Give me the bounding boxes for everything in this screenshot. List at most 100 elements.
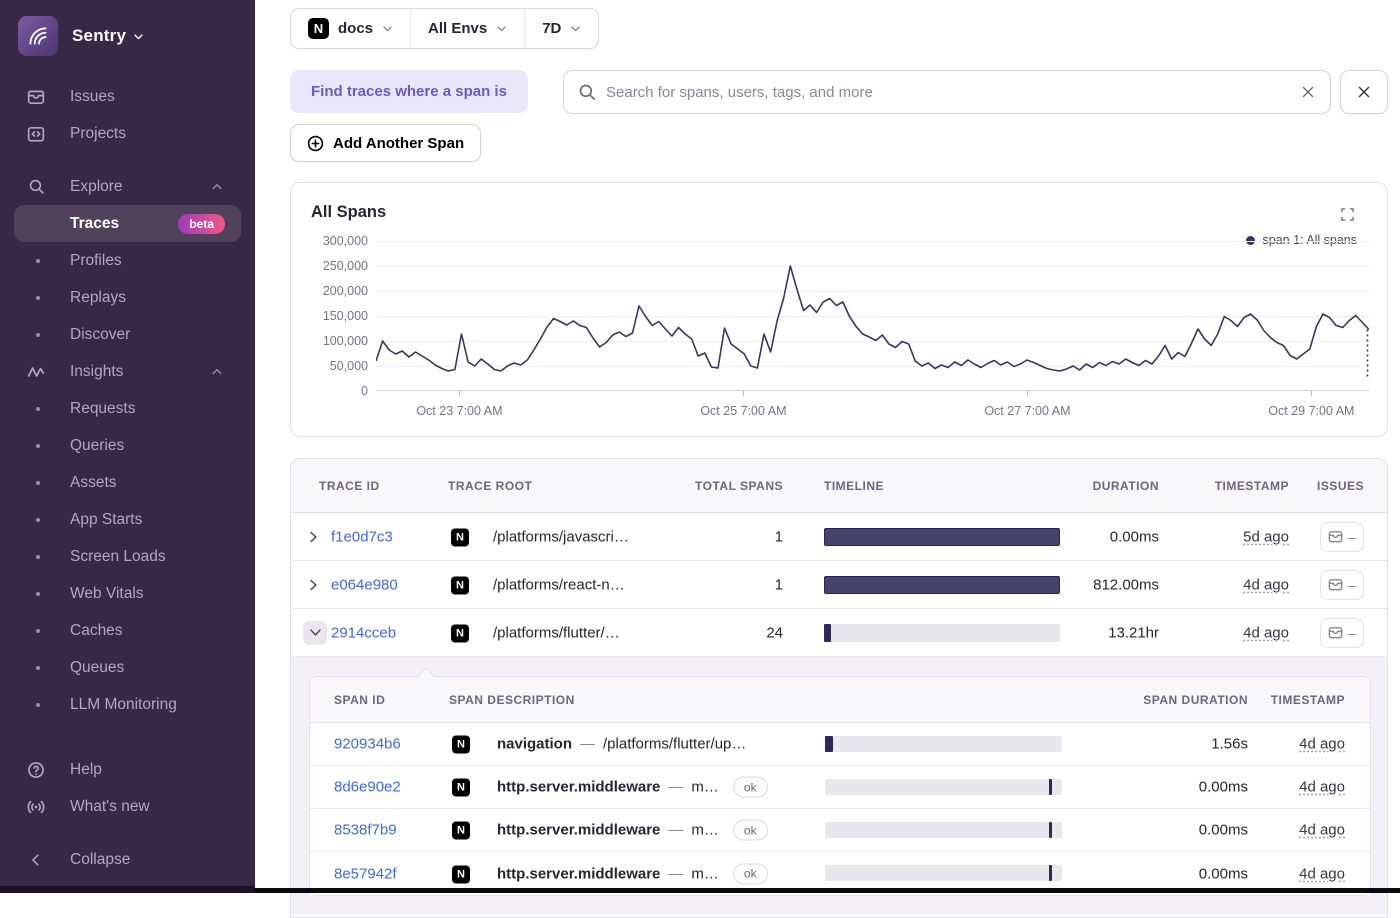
- timestamp-value[interactable]: 4d ago: [1243, 576, 1289, 593]
- bullet-icon: [36, 259, 40, 263]
- bullet-icon: [36, 555, 40, 559]
- all-spans-line-series: [376, 241, 1369, 391]
- x-axis-tick: [743, 391, 744, 396]
- span-description: http.server.middleware—m…ok: [497, 820, 768, 841]
- sidebar-item-projects[interactable]: Projects: [0, 115, 255, 152]
- span-timestamp-value[interactable]: 4d ago: [1299, 736, 1345, 753]
- span-description: http.server.middleware—m…ok: [497, 863, 768, 884]
- span-id-link[interactable]: 920934b6: [334, 736, 401, 753]
- trace-id-link[interactable]: f1e0d7c3: [331, 528, 393, 545]
- timeline-bar-fill: [824, 576, 1060, 594]
- org-switcher[interactable]: Sentry: [0, 0, 255, 66]
- span-row[interactable]: 8d6e90e2Nhttp.server.middleware—m…ok0.00…: [310, 766, 1370, 809]
- bullet-icon: [36, 592, 40, 596]
- chevron-up-icon: [211, 181, 223, 193]
- span-timestamp-value[interactable]: 4d ago: [1299, 779, 1345, 796]
- remove-span-filter-button[interactable]: [1340, 70, 1388, 114]
- issues-count-button[interactable]: –: [1320, 618, 1364, 648]
- y-axis-label: 100,000: [291, 334, 368, 348]
- expand-row-icon[interactable]: [307, 578, 320, 591]
- find-traces-pill[interactable]: Find traces where a span is: [290, 70, 528, 113]
- sidebar-item-discover[interactable]: Discover: [0, 316, 255, 353]
- sidebar-item-what-s-new[interactable]: What's new: [0, 788, 255, 825]
- fullscreen-icon[interactable]: [1340, 207, 1355, 222]
- table-row[interactable]: f1e0d7c3N/platforms/javascri…10.00ms5d a…: [291, 513, 1387, 561]
- clear-search-icon[interactable]: [1300, 84, 1316, 100]
- chevron-up-icon: [211, 366, 223, 378]
- span-row[interactable]: 8538f7b9Nhttp.server.middleware—m…ok0.00…: [310, 809, 1370, 852]
- span-search-box: [563, 70, 1331, 114]
- description-separator: —: [668, 822, 683, 839]
- sidebar-item-replays[interactable]: Replays: [0, 279, 255, 316]
- nextjs-icon: N: [308, 18, 329, 39]
- traces-table-header: TRACE IDTRACE ROOTTOTAL SPANSTIMELINEDUR…: [291, 459, 1387, 513]
- sidebar-item-explore[interactable]: Explore: [0, 168, 255, 205]
- span-row[interactable]: 920934b6Nnavigation—/platforms/flutter/u…: [310, 723, 1370, 766]
- filter-label: 7D: [542, 20, 561, 37]
- span-timestamp-value[interactable]: 4d ago: [1299, 822, 1345, 839]
- sidebar-item-queries[interactable]: Queries: [0, 427, 255, 464]
- sidebar-item-traces[interactable]: Tracesbeta: [0, 205, 255, 242]
- span-timeline-bar: [825, 736, 1062, 752]
- sidebar-item-insights[interactable]: Insights: [0, 353, 255, 390]
- column-header-spandesc: SPAN DESCRIPTION: [449, 693, 575, 707]
- project-filter[interactable]: Ndocs: [291, 9, 410, 48]
- date-range-filter[interactable]: 7D: [524, 9, 598, 48]
- sidebar-item-label: Screen Loads: [70, 548, 166, 566]
- timestamp-value[interactable]: 4d ago: [1243, 624, 1289, 641]
- span-description-text: m…: [691, 779, 719, 796]
- sidebar-item-caches[interactable]: Caches: [0, 612, 255, 649]
- issues-count-button[interactable]: –: [1320, 570, 1364, 600]
- description-separator: —: [668, 865, 683, 882]
- sidebar-item-profiles[interactable]: Profiles: [0, 242, 255, 279]
- sidebar-item-assets[interactable]: Assets: [0, 464, 255, 501]
- expand-row-icon[interactable]: [307, 530, 320, 543]
- column-header-timeline: TIMELINE: [824, 479, 884, 493]
- span-id-link[interactable]: 8e57942f: [334, 865, 397, 882]
- span-id-link[interactable]: 8538f7b9: [334, 822, 397, 839]
- column-header-issues: ISSUES: [1317, 479, 1364, 493]
- add-another-span-button[interactable]: Add Another Span: [290, 124, 481, 162]
- y-axis-label: 300,000: [291, 234, 368, 248]
- span-search-input[interactable]: [606, 84, 1290, 101]
- sidebar-item-label: Collapse: [70, 851, 130, 869]
- bullet-icon: [36, 444, 40, 448]
- timestamp-value[interactable]: 5d ago: [1243, 528, 1289, 545]
- y-axis-label: 150,000: [291, 309, 368, 323]
- sidebar-nav: Issues Projects ExploreTracesbetaProfiles R…: [0, 78, 255, 878]
- table-row[interactable]: 2914ccebN/platforms/flutter/…2413.21hr4d…: [291, 609, 1387, 657]
- chevron-left-icon: [26, 852, 46, 868]
- sidebar-item-app-starts[interactable]: App Starts: [0, 501, 255, 538]
- platform-icon-wrap: N: [452, 778, 470, 797]
- sidebar-item-llm-monitoring[interactable]: LLM Monitoring: [0, 686, 255, 723]
- span-id-link[interactable]: 8d6e90e2: [334, 779, 401, 796]
- duration-value: 13.21hr: [1108, 624, 1159, 641]
- sidebar-item-issues[interactable]: Issues: [0, 78, 255, 115]
- span-status-badge: ok: [733, 820, 768, 841]
- issues-count-button[interactable]: –: [1320, 522, 1364, 552]
- sidebar-item-requests[interactable]: Requests: [0, 390, 255, 427]
- table-row[interactable]: e064e980N/platforms/react-n…1812.00ms4d …: [291, 561, 1387, 609]
- span-status-badge: ok: [733, 777, 768, 798]
- span-op: http.server.middleware: [497, 779, 660, 796]
- sidebar-item-screen-loads[interactable]: Screen Loads: [0, 538, 255, 575]
- bullet-icon: [36, 703, 40, 707]
- collapse-row-icon[interactable]: [303, 621, 327, 645]
- trace-id-link[interactable]: 2914cceb: [331, 624, 396, 641]
- timeline-bar: [824, 624, 1060, 642]
- chevron-down-icon: [382, 23, 393, 34]
- trace-root-value: /platforms/react-n…: [493, 576, 625, 593]
- sidebar-item-label: Replays: [70, 289, 126, 307]
- span-timeline-bar: [825, 822, 1062, 838]
- sidebar-item-web-vitals[interactable]: Web Vitals: [0, 575, 255, 612]
- trace-id-link[interactable]: e064e980: [331, 576, 398, 593]
- environment-filter[interactable]: All Envs: [410, 9, 524, 48]
- sidebar-item-label: Issues: [70, 88, 115, 106]
- span-timestamp-value[interactable]: 4d ago: [1299, 865, 1345, 882]
- sidebar-item-queues[interactable]: Queues: [0, 649, 255, 686]
- sidebar-item-collapse[interactable]: Collapse: [0, 841, 255, 878]
- x-axis-label: Oct 25 7:00 AM: [700, 404, 786, 418]
- span-duration-value: 0.00ms: [1199, 865, 1248, 882]
- issues-icon: [26, 89, 46, 105]
- sidebar-item-help[interactable]: Help: [0, 751, 255, 788]
